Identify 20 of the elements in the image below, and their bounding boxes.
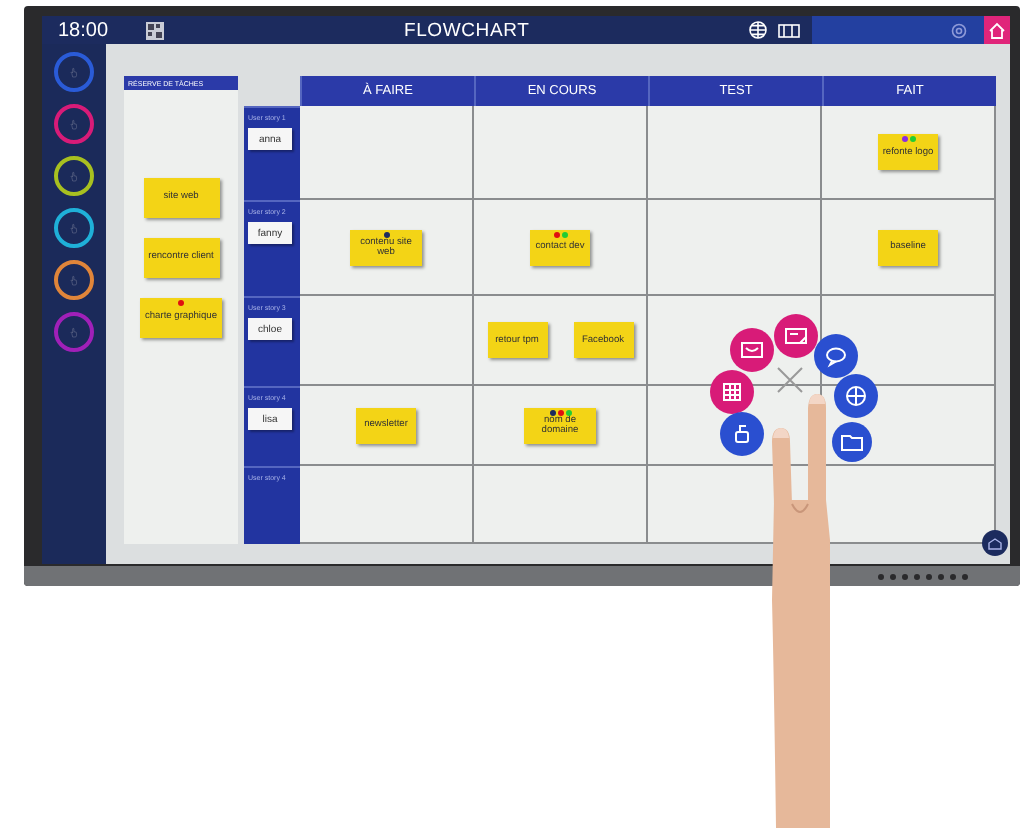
radial-menu-button[interactable] xyxy=(774,314,818,358)
pen-tool-button[interactable] xyxy=(54,156,94,196)
radial-menu-button[interactable] xyxy=(730,328,774,372)
globe-icon[interactable] xyxy=(748,20,768,40)
home-icon xyxy=(988,21,1006,39)
radial-menu-button[interactable] xyxy=(832,422,872,462)
radial-menu-button[interactable] xyxy=(710,370,754,414)
radial-menu-button[interactable] xyxy=(834,374,878,418)
radial-menu-button[interactable] xyxy=(720,412,764,456)
radial-menu-button[interactable] xyxy=(814,334,858,378)
qr-code-icon[interactable] xyxy=(146,21,164,39)
screen-icon[interactable] xyxy=(778,21,800,39)
app-title: FLOWCHART xyxy=(404,19,530,41)
pen-tool-button[interactable] xyxy=(54,104,94,144)
pen-tool-button[interactable] xyxy=(54,260,94,300)
home-button[interactable] xyxy=(984,16,1010,44)
close-icon[interactable] xyxy=(777,367,803,393)
settings-icon[interactable] xyxy=(950,21,968,39)
pen-tool-button[interactable] xyxy=(54,208,94,248)
clock-time: 18:00 xyxy=(56,19,111,41)
